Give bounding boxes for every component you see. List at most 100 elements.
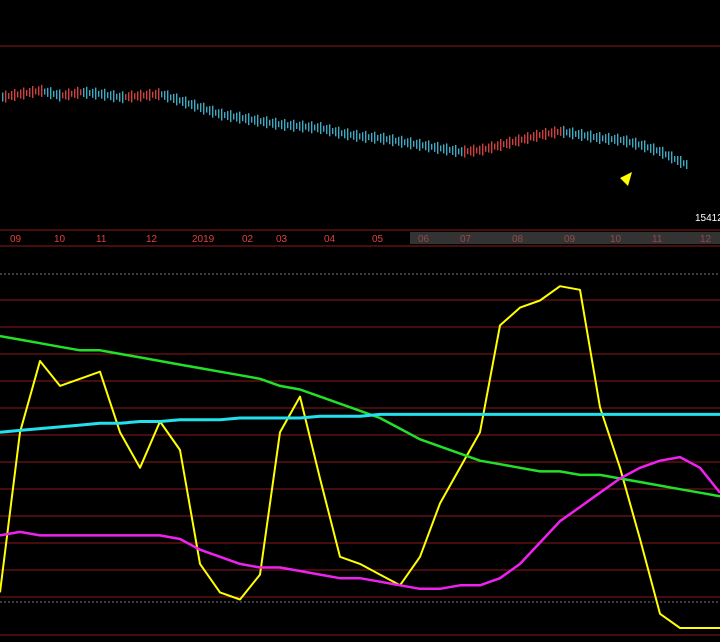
selected-range-bar[interactable] xyxy=(410,232,720,244)
price-candle xyxy=(653,143,655,156)
price-candle xyxy=(281,120,283,130)
price-candle xyxy=(242,115,244,122)
price-candle xyxy=(413,140,415,147)
price-candle xyxy=(251,116,253,123)
price-candle xyxy=(659,146,661,156)
yellow-indicator-line xyxy=(0,285,720,629)
price-candle xyxy=(404,139,406,146)
price-candle xyxy=(515,136,517,146)
price-candle xyxy=(11,91,13,101)
price-candle xyxy=(263,117,265,127)
price-candle xyxy=(518,134,520,147)
price-candle xyxy=(473,144,475,157)
price-candle xyxy=(479,145,481,155)
price-candle xyxy=(674,155,676,162)
price-candle xyxy=(593,134,595,141)
price-candle xyxy=(362,132,364,142)
arrow-marker xyxy=(620,172,632,186)
price-candle xyxy=(584,132,586,139)
price-candle xyxy=(605,134,607,144)
price-candle xyxy=(512,138,514,145)
price-candle xyxy=(317,123,319,133)
price-candle xyxy=(314,124,316,131)
price-candle xyxy=(431,143,433,150)
price-candle xyxy=(320,122,322,134)
price-candle xyxy=(332,128,334,135)
price-candle xyxy=(575,130,577,137)
price-candle xyxy=(212,105,214,118)
price-candle xyxy=(71,90,73,97)
price-candle xyxy=(350,131,352,138)
price-candle xyxy=(608,132,610,145)
price-candle xyxy=(140,89,142,102)
price-candle xyxy=(173,93,175,103)
price-candle xyxy=(671,151,673,164)
price-candle xyxy=(137,91,139,101)
price-candle xyxy=(293,119,295,132)
price-candle xyxy=(416,139,418,149)
price-candle xyxy=(629,139,631,146)
price-candle xyxy=(227,111,229,121)
price-candle xyxy=(665,151,667,158)
stock-chart-canvas[interactable]: 0910111220190203040506070809101112 15412 xyxy=(0,0,720,642)
price-candle xyxy=(44,88,46,95)
price-candle xyxy=(596,133,598,143)
price-candle xyxy=(287,122,289,129)
price-candle xyxy=(128,92,130,102)
price-candle xyxy=(65,90,67,100)
price-candle xyxy=(656,147,658,154)
price-candle xyxy=(98,90,100,97)
price-candle xyxy=(53,90,55,97)
price-candle xyxy=(419,138,421,151)
price-candle xyxy=(224,112,226,119)
price-candle xyxy=(86,86,88,99)
price-candle xyxy=(107,92,109,99)
price-candle xyxy=(545,127,547,140)
price-candle xyxy=(500,139,502,151)
price-candle xyxy=(536,129,538,142)
price-candle xyxy=(371,132,373,142)
price-candle xyxy=(548,130,550,137)
price-candle xyxy=(620,136,622,143)
price-candle xyxy=(104,88,106,101)
price-candle xyxy=(398,136,400,146)
price-candle xyxy=(527,132,529,145)
price-candle xyxy=(395,137,397,144)
price-candle xyxy=(230,110,232,123)
price-candle xyxy=(461,147,463,157)
price-candle xyxy=(677,155,679,165)
price-candle xyxy=(20,89,22,99)
price-candle xyxy=(407,138,409,148)
price-candle xyxy=(269,119,271,126)
price-candle xyxy=(488,143,490,153)
cyan-indicator-line xyxy=(0,412,720,434)
price-candle xyxy=(266,116,268,129)
price-candle xyxy=(17,91,19,98)
price-candle xyxy=(383,132,385,145)
last-price-label: 15412 xyxy=(695,213,720,224)
price-candle xyxy=(446,143,448,156)
price-candle xyxy=(389,135,391,145)
month-label: 04 xyxy=(324,234,336,245)
month-label: 10 xyxy=(54,234,66,245)
price-candle xyxy=(344,129,346,139)
price-candle xyxy=(443,144,445,154)
price-candle xyxy=(155,89,157,99)
price-candle xyxy=(62,92,64,99)
price-candle xyxy=(134,93,136,100)
price-candle xyxy=(467,148,469,155)
price-candle xyxy=(533,132,535,142)
price-candle xyxy=(437,141,439,154)
price-candle xyxy=(221,108,223,121)
price-candle xyxy=(164,90,166,100)
month-label: 03 xyxy=(276,234,288,245)
price-candle xyxy=(95,87,97,100)
price-candle xyxy=(353,130,355,140)
price-candle xyxy=(494,143,496,150)
month-label: 12 xyxy=(146,234,158,245)
price-candle xyxy=(182,96,184,106)
price-candle xyxy=(38,86,40,96)
price-candle xyxy=(641,140,643,150)
price-candle xyxy=(296,122,298,129)
price-candle xyxy=(236,112,238,122)
